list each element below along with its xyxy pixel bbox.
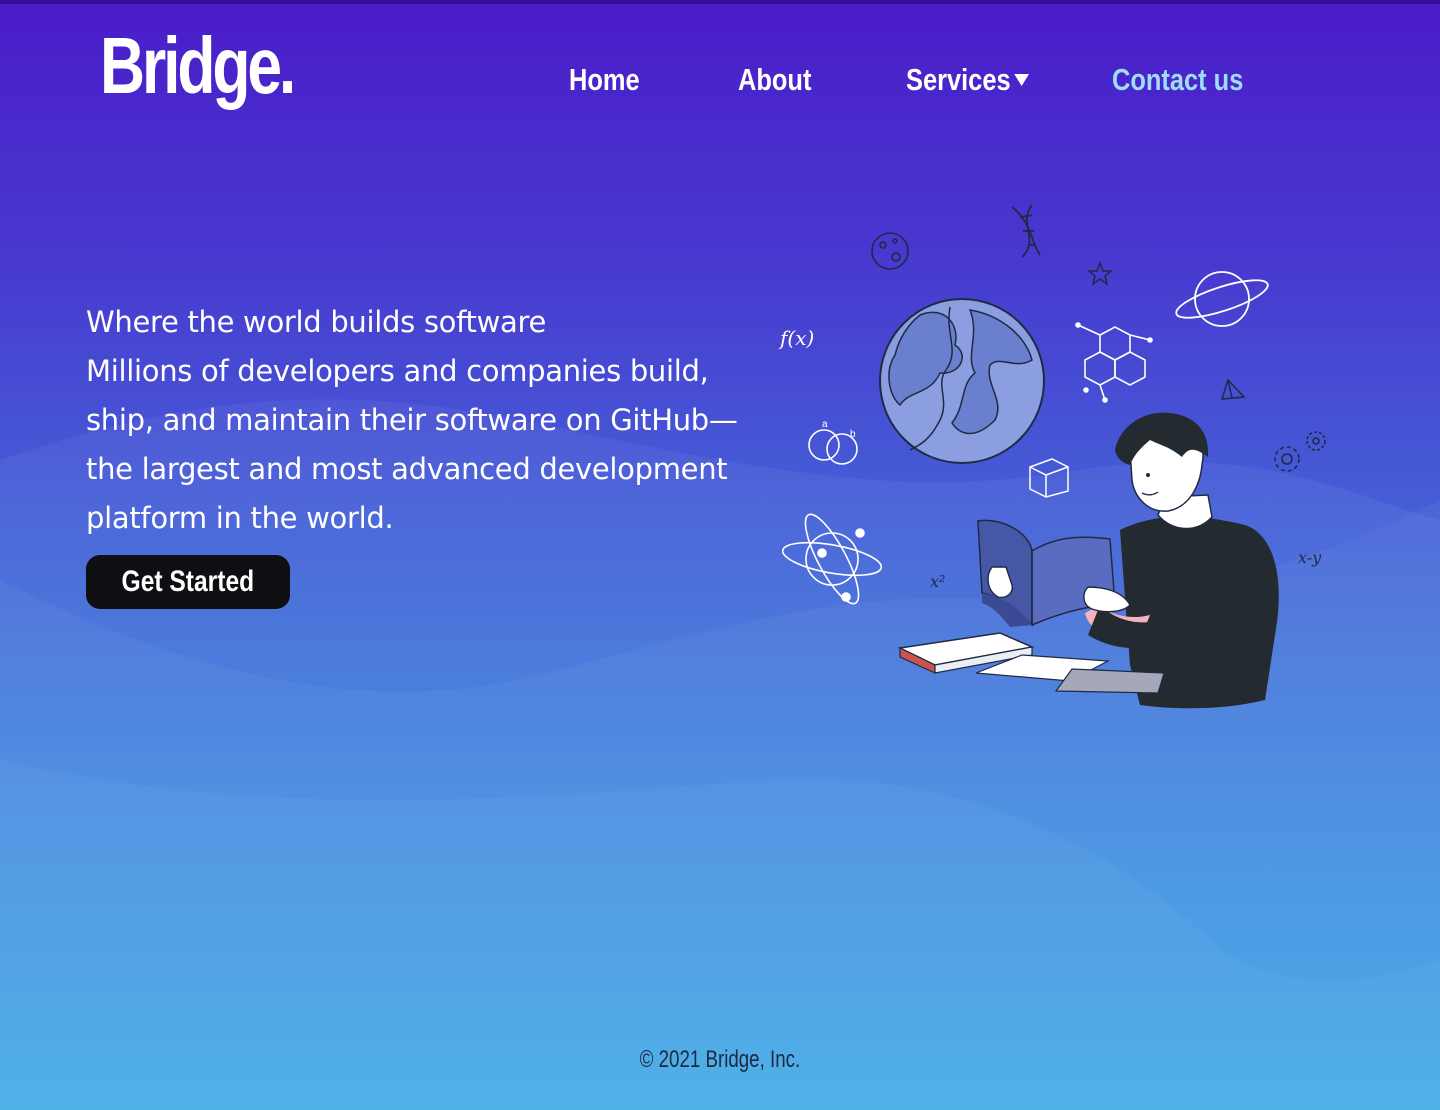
get-started-button[interactable]: Get Started xyxy=(86,555,290,609)
nav-contact-label: Contact us xyxy=(1112,62,1244,97)
hero-heading: Where the world builds software xyxy=(86,305,546,339)
nav-contact-link[interactable]: Contact us xyxy=(1112,62,1243,98)
main-nav: Home About Services Contact us xyxy=(0,62,1440,106)
reading-person-science-icon: f(x) a b x² x-y xyxy=(778,204,1326,709)
nav-about-label: About xyxy=(738,62,812,97)
copyright-text: © 2021 Bridge, Inc. xyxy=(639,1046,801,1073)
dna-icon xyxy=(1011,204,1041,258)
get-started-label: Get Started xyxy=(121,565,255,598)
hero-copy: Where the world builds software Millions… xyxy=(86,298,746,543)
x-squared-formula: x² xyxy=(930,572,945,591)
nav-services-dropdown[interactable]: Services xyxy=(906,62,1029,98)
person-figure xyxy=(1085,412,1279,709)
cube-icon xyxy=(1029,458,1069,498)
venn-label-a: a xyxy=(822,419,828,430)
nav-home-link[interactable]: Home xyxy=(569,62,640,98)
star-icon xyxy=(1086,260,1114,286)
x-minus-y-formula: x-y xyxy=(1298,548,1322,567)
caret-down-icon xyxy=(1013,74,1029,86)
moon-icon xyxy=(871,232,909,270)
molecule-icon xyxy=(1075,322,1153,403)
atom-icon xyxy=(781,513,883,605)
fx-formula: f(x) xyxy=(778,326,814,350)
venn-diagram-icon: a b xyxy=(808,419,858,465)
gear-icon xyxy=(1274,431,1326,472)
nav-about-link[interactable]: About xyxy=(738,62,811,98)
planet-icon xyxy=(1175,271,1269,327)
hero-body: Millions of developers and companies bui… xyxy=(86,354,738,535)
venn-label-b: b xyxy=(850,429,856,440)
page-footer: © 2021 Bridge, Inc. xyxy=(0,1046,1440,1074)
nav-home-label: Home xyxy=(569,62,640,97)
nav-services-label: Services xyxy=(906,62,1011,97)
globe-icon xyxy=(879,298,1045,464)
triangle-icon xyxy=(1220,378,1246,400)
